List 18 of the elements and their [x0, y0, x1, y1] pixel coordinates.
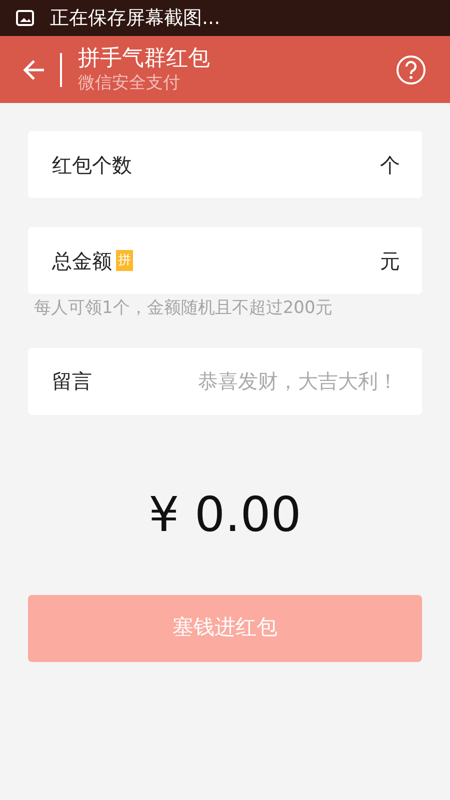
hint-text: 每人可领1个，金额随机且不超过200元: [34, 297, 334, 320]
notification-text: 正在保存屏幕截图...: [50, 6, 220, 31]
tag-label: 拼: [116, 250, 133, 272]
screenshot-icon: [16, 10, 34, 26]
amount-text: ¥ 0.00: [148, 486, 302, 544]
input-field[interactable]: 恭喜发财，大吉大利！: [92, 363, 400, 399]
field-label: 留言: [52, 368, 92, 395]
page-subtitle: 微信安全支付: [78, 72, 181, 93]
help-icon[interactable]: [396, 54, 426, 84]
unit-label: 个: [380, 152, 400, 178]
page-title: 拼手气群红包: [78, 46, 211, 72]
field-label: 总金额: [52, 248, 112, 274]
input-field[interactable]: 总金额 拼 元: [28, 227, 422, 294]
field-label: 红包个数: [52, 152, 132, 178]
input-field[interactable]: 留言 恭喜发财，大吉大利！: [28, 348, 422, 414]
unit-label: 元: [380, 248, 400, 274]
back-icon[interactable]: [22, 58, 46, 80]
input-field[interactable]: 红包个数 个: [28, 131, 422, 198]
